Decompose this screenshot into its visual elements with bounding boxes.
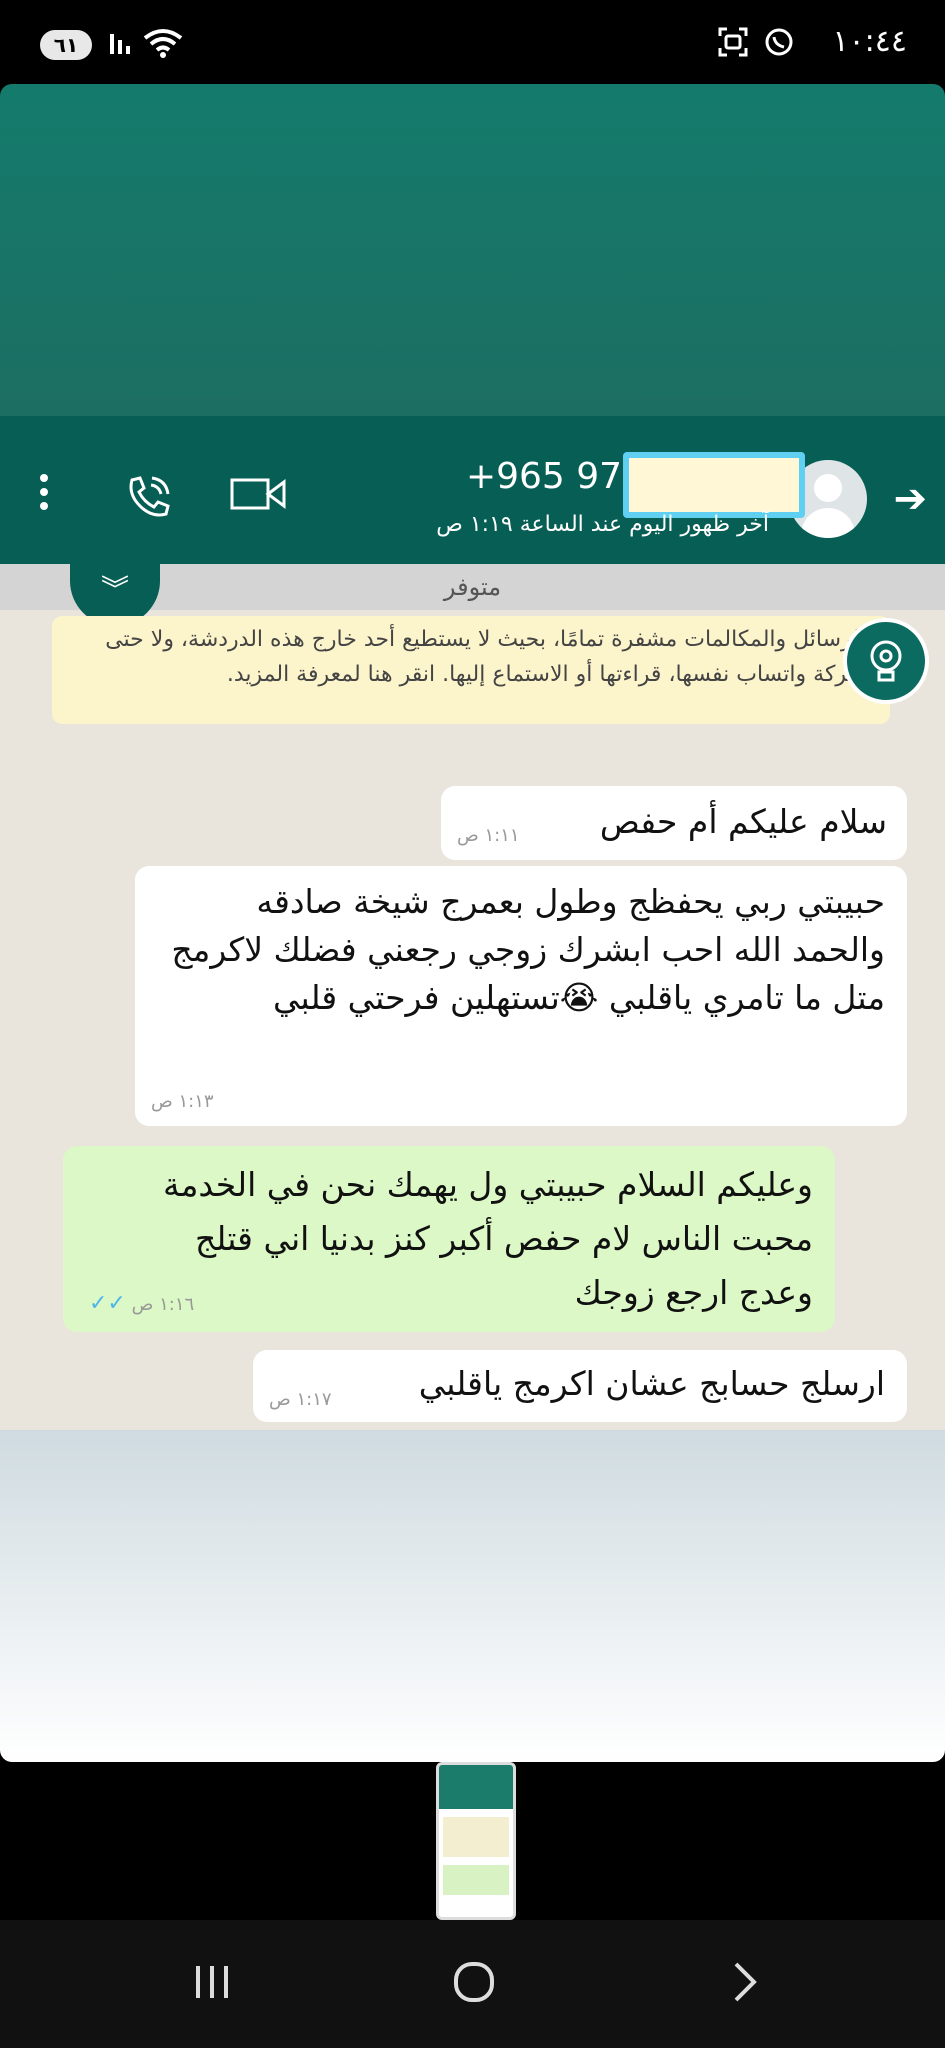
- encryption-note[interactable]: الرسائل والمكالمات مشفرة تمامًا، بحيث لا…: [52, 616, 890, 724]
- whatsapp-icon: [765, 28, 793, 56]
- wifi-icon: [143, 29, 183, 58]
- thumbnail-note: [443, 1817, 509, 1857]
- thumbnail-header: [439, 1765, 513, 1809]
- video-call-icon[interactable]: [228, 472, 290, 516]
- avatar-body: [801, 508, 855, 538]
- signal-icon: [110, 34, 130, 54]
- recents-overlay-lower: [0, 1430, 945, 1762]
- more-vert-icon[interactable]: [40, 474, 48, 510]
- thumbnail-bubble: [443, 1865, 509, 1895]
- redaction-box: [623, 452, 805, 518]
- message-time: ١:١١ ص: [457, 825, 520, 846]
- voice-call-icon[interactable]: [122, 472, 174, 524]
- notification-icons: [717, 26, 795, 58]
- chat-area[interactable]: متوفر ︾ الرسائل والمكالمات مشفرة تمامًا،…: [0, 564, 945, 1430]
- message-time: ١:١٦ ص ✓✓: [83, 1291, 194, 1316]
- back-arrow-icon[interactable]: ➔: [893, 476, 927, 522]
- screenshot-icon: [718, 27, 748, 57]
- clock: ١٠:٤٤: [832, 24, 907, 59]
- recent-apps-icon[interactable]: [190, 1960, 234, 2004]
- contact-number[interactable]: +965 971: [466, 456, 645, 497]
- home-icon[interactable]: [452, 1960, 496, 2004]
- avatar-head: [814, 474, 842, 502]
- recents-overlay: [0, 84, 945, 416]
- lightbulb-gear-icon[interactable]: [843, 618, 929, 704]
- status-bar: ٦١ ١٠:٤٤: [0, 0, 945, 84]
- back-icon[interactable]: [724, 1960, 768, 2004]
- battery-indicator: ٦١: [40, 30, 92, 60]
- chat-header: ➔ +965 971 آخر ظهور اليوم عند الساعة ١:١…: [0, 416, 945, 564]
- read-ticks-icon: ✓✓: [89, 1291, 126, 1316]
- message-text: ارسلج حسابج عشان اكرمج ياقلبي: [418, 1364, 885, 1403]
- message-text: حبيبتي ربي يحفظج وطول بعمرج شيخة صادقه و…: [171, 882, 885, 1017]
- lightbulb-icon: [870, 640, 902, 682]
- message-bubble-incoming[interactable]: ارسلج حسابج عشان اكرمج ياقلبي ١:١٧ ص: [253, 1350, 907, 1422]
- message-bubble-incoming[interactable]: سلام عليكم أم حفص ١:١١ ص: [441, 786, 907, 860]
- message-text: وعليكم السلام حبيبتي ول يهمك نحن في الخد…: [163, 1165, 813, 1312]
- navigation-bar: [0, 1920, 945, 2048]
- message-text: سلام عليكم أم حفص: [599, 802, 887, 841]
- screenshot-thumbnail[interactable]: [436, 1762, 516, 1920]
- message-bubble-outgoing[interactable]: وعليكم السلام حبيبتي ول يهمك نحن في الخد…: [63, 1146, 835, 1332]
- message-time: ١:١٧ ص: [269, 1389, 332, 1410]
- message-bubble-incoming[interactable]: حبيبتي ربي يحفظج وطول بعمرج شيخة صادقه و…: [135, 866, 907, 1126]
- message-time: ١:١٣ ص: [151, 1091, 214, 1112]
- message-time-text: ١:١٦ ص: [131, 1294, 195, 1315]
- last-seen: آخر ظهور اليوم عند الساعة ١:١٩ ص: [436, 512, 769, 537]
